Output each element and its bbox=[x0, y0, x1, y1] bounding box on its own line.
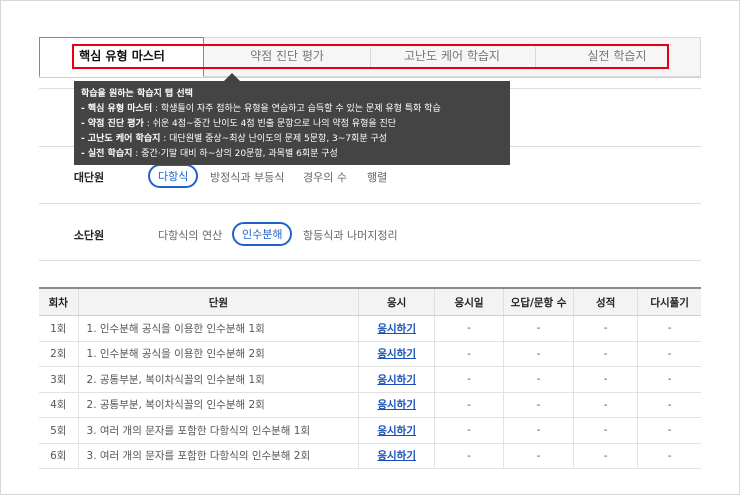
cell-round: 6회 bbox=[39, 443, 79, 469]
take-test-link[interactable]: 응시하기 bbox=[377, 323, 416, 335]
tab-divider bbox=[370, 47, 371, 67]
cell-retry: - bbox=[637, 392, 701, 418]
cell-round: 5회 bbox=[39, 417, 79, 444]
cell-round: 3회 bbox=[39, 366, 79, 393]
cell-retry: - bbox=[637, 341, 701, 367]
cell-wrong: - bbox=[503, 341, 575, 367]
tab-label-core-type-master[interactable]: 핵심 유형 마스터 bbox=[42, 47, 202, 64]
cell-unit: 3. 여러 개의 문자를 포함한 다항식의 인수분해 2회 bbox=[78, 443, 360, 469]
table-row: 4회 2. 공통부분, 복이차식꼴의 인수분해 2회 응시하기 - - - - bbox=[39, 392, 701, 418]
cell-score: - bbox=[573, 443, 639, 469]
major-unit-label: 대단원 bbox=[73, 171, 105, 184]
cell-wrong: - bbox=[503, 315, 575, 342]
table-row: 6회 3. 여러 개의 문자를 포함한 다항식의 인수분해 2회 응시하기 - … bbox=[39, 443, 701, 469]
tab-divider bbox=[535, 47, 536, 67]
cell-date: - bbox=[434, 341, 505, 367]
cell-take: 응시하기 bbox=[358, 443, 436, 469]
cell-date: - bbox=[434, 392, 505, 418]
cell-score: - bbox=[573, 392, 639, 418]
minor-option-identity-remainder[interactable]: 항등식과 나머지정리 bbox=[303, 227, 398, 243]
col-wrong-count: 오답/문항 수 bbox=[503, 287, 575, 316]
cell-retry: - bbox=[637, 443, 701, 469]
col-take: 응시 bbox=[358, 287, 436, 316]
minor-option-factorization[interactable]: 인수분해 bbox=[232, 222, 293, 246]
tab-high-difficulty-care[interactable]: 고난도 케어 학습지 bbox=[372, 47, 532, 64]
table-row: 3회 2. 공통부분, 복이차식꼴의 인수분해 1회 응시하기 - - - - bbox=[39, 366, 701, 393]
cell-wrong: - bbox=[503, 392, 575, 418]
cell-unit: 1. 인수분해 공식을 이용한 인수분해 2회 bbox=[78, 341, 360, 367]
row-divider bbox=[39, 260, 701, 261]
worksheet-tabs: 핵심 유형 마스터 약점 진단 평가 고난도 케어 학습지 실전 학습지 bbox=[39, 37, 701, 78]
take-test-link[interactable]: 응시하기 bbox=[377, 348, 416, 360]
col-date: 응시일 bbox=[434, 287, 505, 316]
cell-take: 응시하기 bbox=[358, 392, 436, 418]
table-row: 1회 1. 인수분해 공식을 이용한 인수분해 1회 응시하기 - - - - bbox=[39, 315, 701, 342]
cell-retry: - bbox=[637, 417, 701, 444]
take-test-link[interactable]: 응시하기 bbox=[377, 399, 416, 411]
take-test-link[interactable]: 응시하기 bbox=[377, 425, 416, 437]
tab-practice-worksheet[interactable]: 실전 학습지 bbox=[537, 47, 697, 64]
major-option-cases[interactable]: 경우의 수 bbox=[303, 169, 347, 185]
tooltip-arrow bbox=[224, 73, 240, 81]
major-option-equations[interactable]: 방정식과 부등식 bbox=[210, 169, 284, 185]
cell-score: - bbox=[573, 315, 639, 342]
take-test-link[interactable]: 응시하기 bbox=[377, 450, 416, 462]
tooltip-line: - 약점 진단 평가 : 쉬운 4점~중간 난이도 4점 빈출 문항으로 나의 … bbox=[81, 119, 397, 129]
cell-score: - bbox=[573, 341, 639, 367]
worksheet-table: 회차 단원 응시 응시일 오답/문항 수 성적 다시풀기 1회 1. 인수분해 … bbox=[39, 287, 701, 469]
take-test-link[interactable]: 응시하기 bbox=[377, 374, 416, 386]
cell-unit: 1. 인수분해 공식을 이용한 인수분해 1회 bbox=[78, 315, 360, 342]
cell-take: 응시하기 bbox=[358, 315, 436, 342]
cell-unit: 2. 공통부분, 복이차식꼴의 인수분해 1회 bbox=[78, 366, 360, 393]
row-divider bbox=[39, 203, 701, 204]
cell-score: - bbox=[573, 366, 639, 393]
cell-date: - bbox=[434, 366, 505, 393]
cell-date: - bbox=[434, 315, 505, 342]
col-round: 회차 bbox=[39, 287, 79, 316]
tab-weakness-diagnosis[interactable]: 약점 진단 평가 bbox=[207, 47, 367, 64]
major-option-polynomial[interactable]: 다항식 bbox=[148, 164, 199, 188]
cell-take: 응시하기 bbox=[358, 417, 436, 444]
cell-unit: 3. 여러 개의 문자를 포함한 다항식의 인수분해 1회 bbox=[78, 417, 360, 444]
tab-help-tooltip: 학습을 원하는 학습지 탭 선택 - 핵심 유형 마스터 : 학생들이 자주 접… bbox=[74, 73, 510, 165]
tooltip-line: - 핵심 유형 마스터 : 학생들이 자주 접하는 유형을 연습하고 습득할 수… bbox=[81, 104, 441, 114]
cell-retry: - bbox=[637, 366, 701, 393]
cell-wrong: - bbox=[503, 417, 575, 444]
major-option-matrix[interactable]: 행렬 bbox=[367, 169, 387, 185]
cell-take: 응시하기 bbox=[358, 341, 436, 367]
tooltip-line: - 고난도 케어 학습지 : 대단원별 중상~최상 난이도의 문제 5문항, 3… bbox=[81, 134, 388, 144]
cell-retry: - bbox=[637, 315, 701, 342]
table-row: 2회 1. 인수분해 공식을 이용한 인수분해 2회 응시하기 - - - - bbox=[39, 341, 701, 367]
col-unit: 단원 bbox=[78, 287, 360, 316]
cell-round: 1회 bbox=[39, 315, 79, 342]
cell-wrong: - bbox=[503, 443, 575, 469]
cell-score: - bbox=[573, 417, 639, 444]
col-score: 성적 bbox=[573, 287, 639, 316]
tooltip-line: - 실전 학습지 : 중간·기말 대비 하~상의 20문항, 과목별 6회분 구… bbox=[81, 149, 338, 159]
cell-round: 2회 bbox=[39, 341, 79, 367]
cell-date: - bbox=[434, 417, 505, 444]
cell-unit: 2. 공통부분, 복이차식꼴의 인수분해 2회 bbox=[78, 392, 360, 418]
col-retry: 다시풀기 bbox=[637, 287, 701, 316]
table-row: 5회 3. 여러 개의 문자를 포함한 다항식의 인수분해 1회 응시하기 - … bbox=[39, 417, 701, 444]
cell-take: 응시하기 bbox=[358, 366, 436, 393]
cell-round: 4회 bbox=[39, 392, 79, 418]
tooltip-title: 학습을 원하는 학습지 탭 선택 bbox=[81, 89, 193, 99]
table-header-row: 회차 단원 응시 응시일 오답/문항 수 성적 다시풀기 bbox=[39, 287, 701, 316]
cell-date: - bbox=[434, 443, 505, 469]
cell-wrong: - bbox=[503, 366, 575, 393]
minor-unit-label: 소단원 bbox=[73, 229, 105, 242]
minor-option-operations[interactable]: 다항식의 연산 bbox=[158, 227, 222, 243]
